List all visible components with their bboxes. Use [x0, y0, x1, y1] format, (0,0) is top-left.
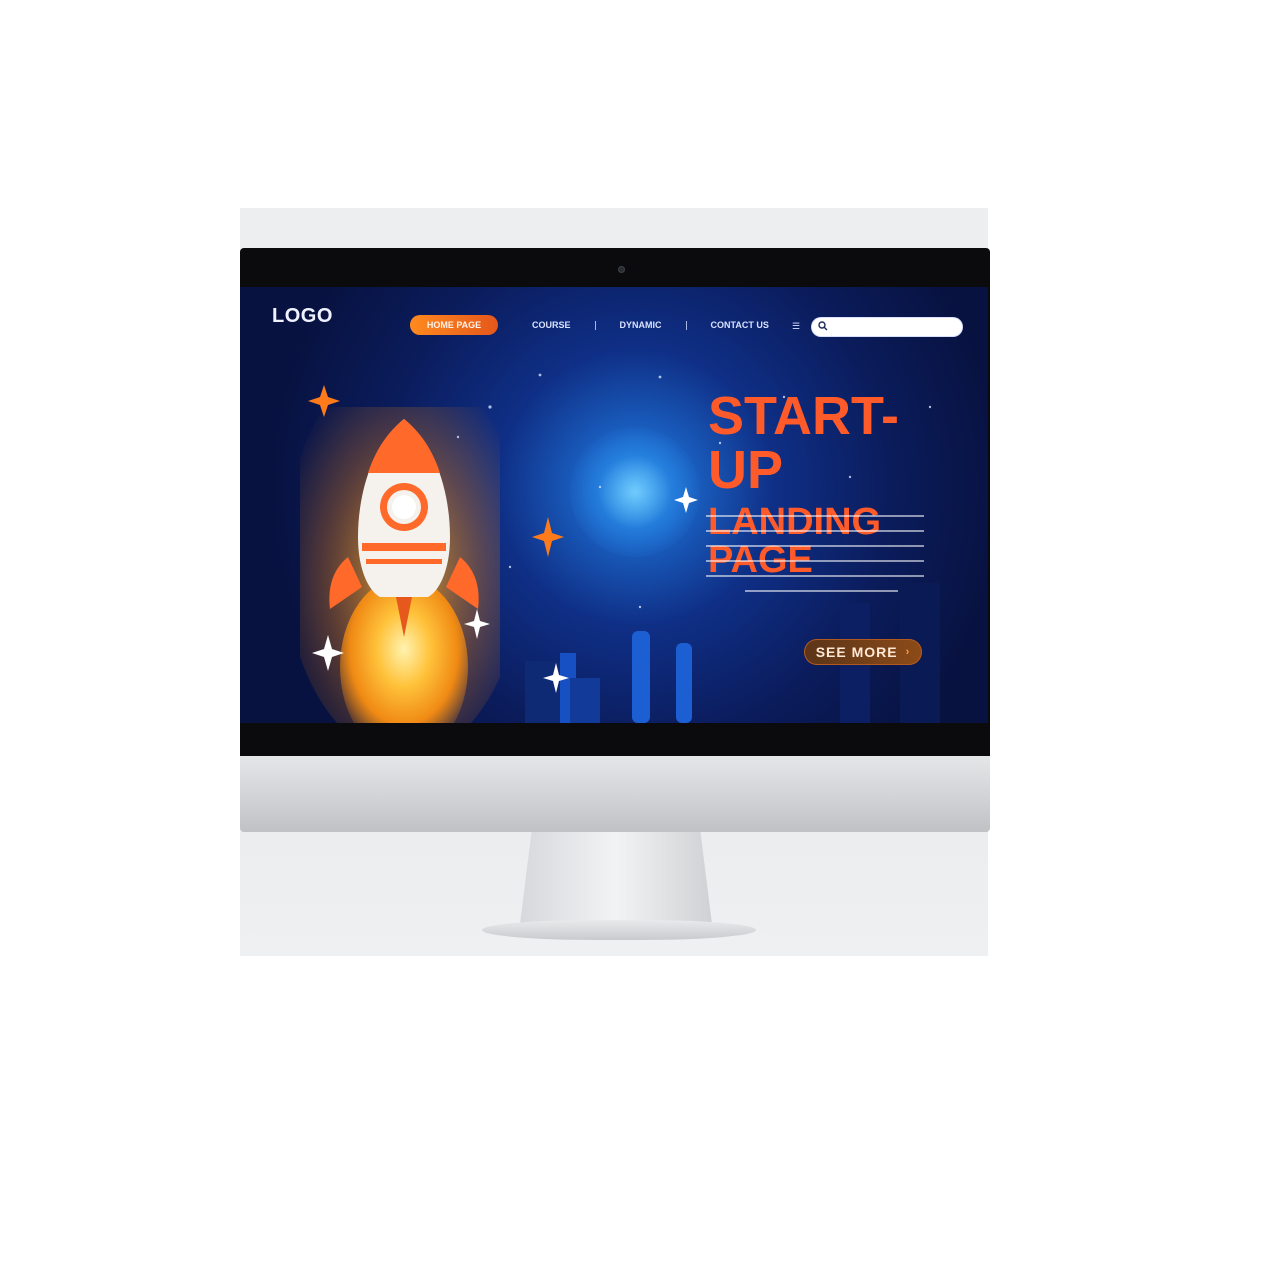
nav-home-button[interactable]: HOME PAGE — [410, 315, 498, 335]
nav-separator — [594, 320, 596, 330]
nav-item-contact-us[interactable]: CONTACT US — [711, 320, 769, 330]
nav-item-course[interactable]: COURSE — [532, 320, 571, 330]
camera-icon — [618, 266, 625, 273]
monitor-chin — [240, 756, 990, 832]
stage: LOGO HOME PAGE COURSE DYNAMIC CONTACT US… — [0, 0, 1280, 1280]
nav-item-dynamic[interactable]: DYNAMIC — [620, 320, 662, 330]
nav-separator — [685, 320, 687, 330]
search-icon — [818, 321, 828, 331]
see-more-label: SEE MORE — [815, 644, 898, 660]
top-nav: HOME PAGE COURSE DYNAMIC CONTACT US — [410, 313, 783, 337]
hero-title-line1: START-UP — [708, 386, 899, 500]
see-more-button[interactable]: SEE MORE › — [804, 639, 922, 665]
hamburger-icon[interactable]: ☰ — [792, 322, 800, 331]
monitor-bottom-bezel — [240, 723, 988, 756]
screen: LOGO HOME PAGE COURSE DYNAMIC CONTACT US… — [240, 287, 988, 723]
search-input[interactable] — [812, 318, 962, 336]
chevron-right-icon: › — [905, 646, 911, 658]
monitor-stand-neck — [520, 832, 712, 924]
logo[interactable]: LOGO — [272, 305, 333, 328]
hero-body-text — [706, 515, 924, 605]
monitor-stand-base — [482, 920, 756, 940]
